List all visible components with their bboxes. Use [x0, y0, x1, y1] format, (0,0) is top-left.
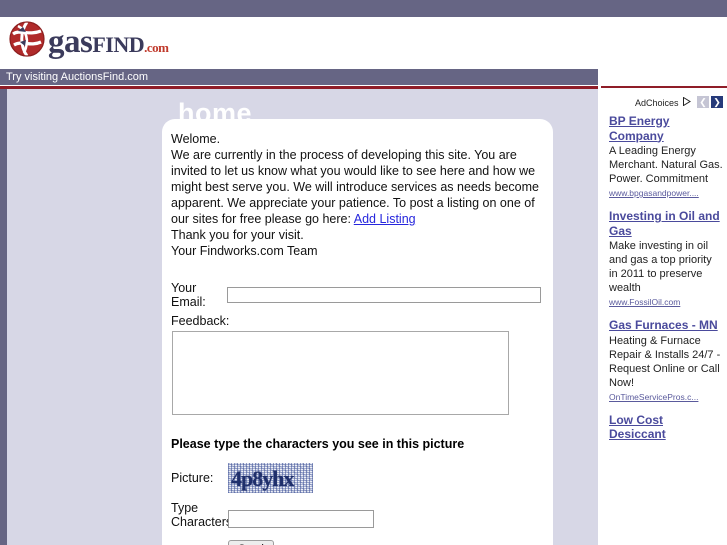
feedback-textarea[interactable]: [172, 331, 509, 415]
ad-title-link[interactable]: Investing in Oil and Gas: [609, 209, 723, 238]
ad-title-link[interactable]: BP Energy Company: [609, 114, 723, 143]
ad-display-url[interactable]: www.FossilOil.com: [609, 297, 723, 307]
page-root: gasFIND.com Try visiting AuctionsFind.co…: [0, 0, 727, 545]
email-input[interactable]: [227, 287, 541, 303]
welcome-line-3: Thank you for your visit.: [171, 228, 304, 242]
welcome-line-4: Your Findworks.com Team: [171, 244, 318, 258]
ad-display-url[interactable]: OnTimeServicePros.c...: [609, 392, 723, 402]
ad-item: Gas Furnaces - MN Heating & Furnace Repa…: [609, 318, 723, 402]
ad-description: A Leading Energy Merchant. Natural Gas. …: [609, 145, 723, 185]
chevron-left-icon[interactable]: ❮: [697, 96, 709, 108]
ad-list: BP Energy Company A Leading Energy Merch…: [601, 108, 727, 442]
globe-logo-icon: [8, 20, 46, 58]
logo-wordmark: gasFIND.com: [48, 23, 169, 60]
header-divider-right: [601, 86, 727, 88]
captcha-challenge-text: 4p8yhx: [231, 466, 294, 491]
left-edge-bar: [0, 89, 7, 545]
welcome-text: Welome. We are currently in the process …: [171, 131, 541, 259]
captcha-input-row: Type Characters:: [171, 501, 541, 529]
ad-description: Make investing in oil and gas a top prio…: [609, 240, 712, 294]
email-row: Your Email:: [171, 281, 541, 309]
ad-sidebar: AdChoices ❮ ❯ BP Energy Company A Leadin…: [601, 90, 727, 545]
logo-word-find: FIND: [92, 31, 145, 57]
ad-item: Low Cost Desiccant: [609, 413, 723, 442]
tagline-text: Try visiting AuctionsFind.com: [6, 71, 149, 83]
adchoices-label[interactable]: AdChoices: [634, 96, 691, 108]
captcha-image: 4p8yhx: [228, 463, 313, 493]
ad-item: BP Energy Company A Leading Energy Merch…: [609, 114, 723, 198]
page-title: home: [178, 98, 253, 128]
captcha-picture-row: Picture: 4p8yhx: [171, 463, 541, 493]
add-listing-link[interactable]: Add Listing: [354, 212, 416, 226]
ad-title-link[interactable]: Low Cost Desiccant: [609, 413, 723, 442]
ad-description: Heating & Furnace Repair & Installs 24/7…: [609, 334, 721, 389]
captcha-input[interactable]: [228, 510, 374, 528]
email-label: Your Email:: [171, 281, 206, 309]
type-characters-label: Type Characters:: [171, 501, 236, 529]
adchoices-row: AdChoices ❮ ❯: [601, 90, 727, 108]
top-chrome-strip: [0, 0, 727, 17]
ad-display-url[interactable]: www.bpgasandpower....: [609, 188, 723, 198]
ad-title-link[interactable]: Gas Furnaces - MN: [609, 318, 723, 333]
logo-word-gas: gas: [48, 23, 93, 60]
ad-item: Investing in Oil and Gas Make investing …: [609, 209, 723, 307]
type-characters-label-line1: Type: [171, 501, 199, 515]
feedback-label: Feedback:: [171, 314, 230, 328]
send-row: Send: [171, 540, 541, 545]
site-logo[interactable]: gasFIND.com: [8, 20, 169, 60]
captcha-heading: Please type the characters you see in th…: [171, 437, 465, 451]
chevron-right-icon[interactable]: ❯: [711, 96, 723, 108]
send-button[interactable]: Send: [228, 540, 274, 545]
feedback-form: Your Email: Feedback: Please type the ch…: [171, 281, 541, 545]
picture-label: Picture:: [171, 471, 214, 485]
welcome-line-1: Welome.: [171, 132, 221, 146]
tagline-bar[interactable]: Try visiting AuctionsFind.com: [0, 69, 598, 85]
adchoices-text: AdChoices: [634, 97, 679, 108]
adchoices-triangle-icon: [683, 96, 691, 108]
welcome-paragraph: We are currently in the process of devel…: [171, 147, 541, 227]
ad-nav-arrows: ❮ ❯: [697, 96, 723, 108]
logo-word-tld: .com: [144, 39, 169, 55]
type-characters-label-line2: Characters:: [171, 515, 236, 529]
content-card: Welome. We are currently in the process …: [162, 119, 553, 545]
